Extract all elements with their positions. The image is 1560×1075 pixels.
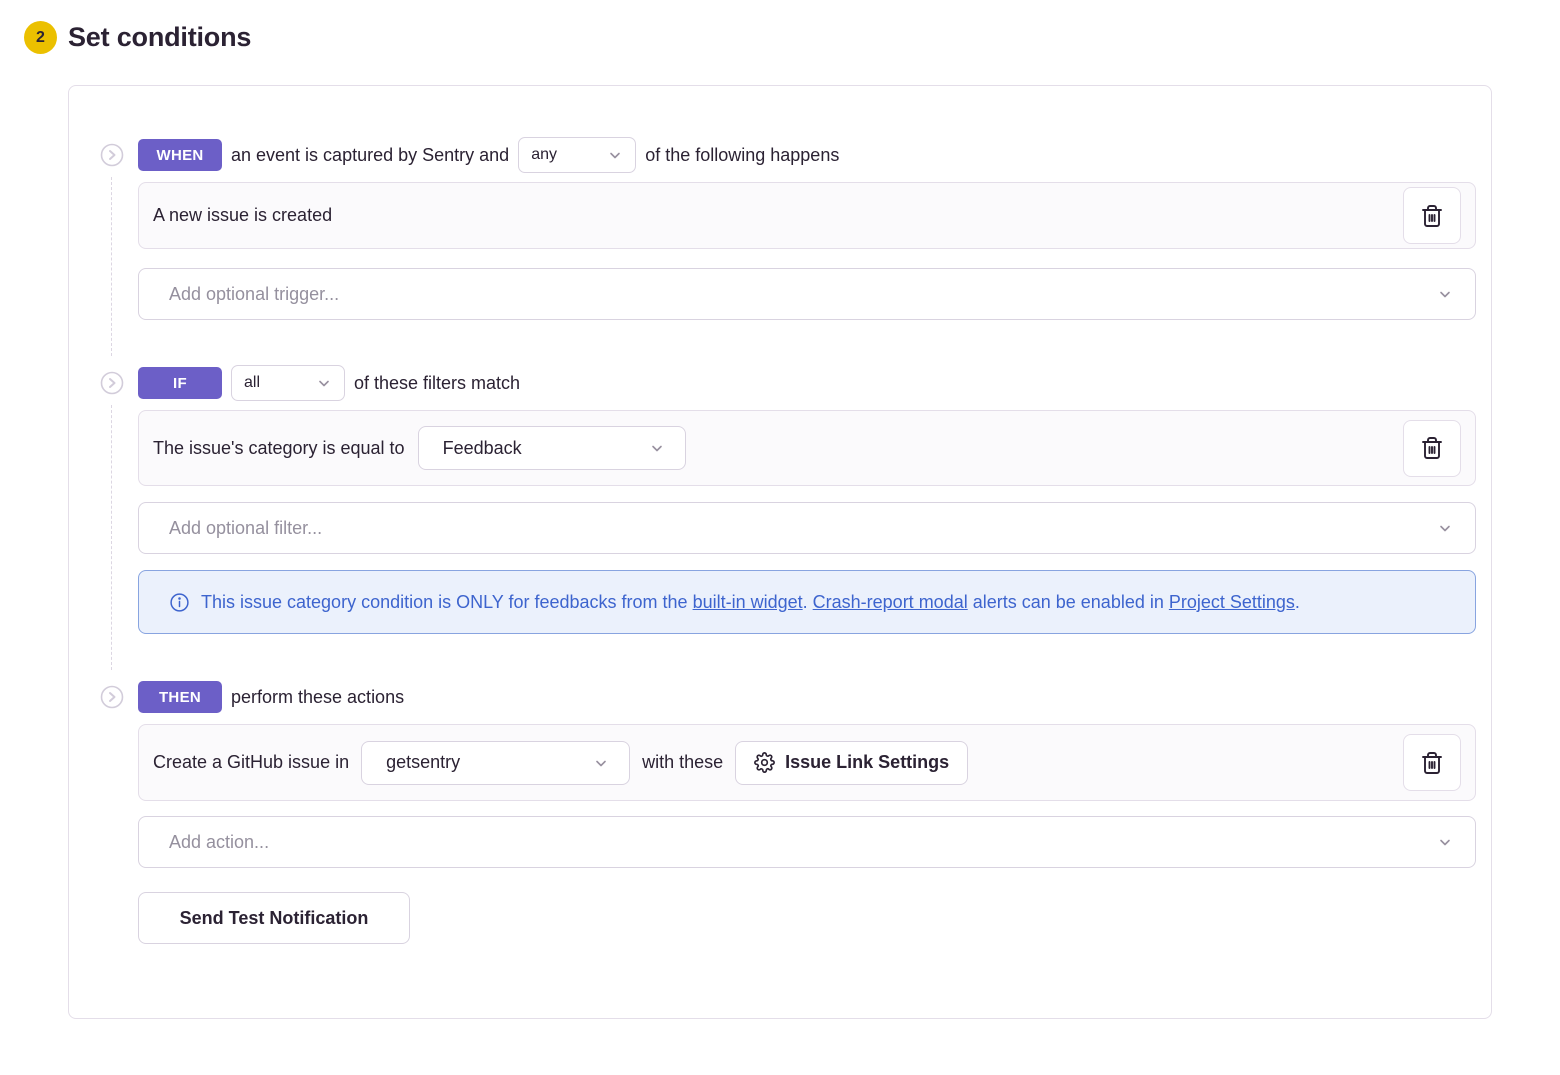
- then-step: THEN perform these actions Create a GitH…: [100, 679, 1476, 944]
- if-match-select-value: all: [244, 374, 260, 392]
- if-step-header: IF all of these filters match: [138, 365, 1476, 401]
- trash-icon: [1420, 204, 1444, 228]
- delete-trigger-button[interactable]: [1403, 187, 1461, 244]
- notice-text-segment: .: [1295, 592, 1300, 612]
- action-repo-select[interactable]: getsentry: [361, 741, 630, 785]
- when-step-header: WHEN an event is captured by Sentry and …: [138, 137, 1476, 173]
- delete-action-button[interactable]: [1403, 734, 1461, 791]
- chevron-down-icon: [1437, 286, 1453, 302]
- then-badge: THEN: [138, 681, 222, 713]
- feedback-notice: This issue category condition is ONLY fo…: [138, 570, 1476, 634]
- chevron-down-icon: [593, 755, 609, 771]
- add-action-placeholder: Add action...: [169, 832, 269, 853]
- feedback-notice-text: This issue category condition is ONLY fo…: [201, 586, 1300, 618]
- chevron-down-icon: [607, 147, 623, 163]
- filter-category-select-value: Feedback: [443, 438, 522, 459]
- add-trigger-placeholder: Add optional trigger...: [169, 284, 339, 305]
- add-trigger-select[interactable]: Add optional trigger...: [138, 268, 1476, 320]
- gear-icon: [754, 752, 775, 773]
- crash-report-modal-link[interactable]: Crash-report modal: [813, 592, 968, 612]
- step-number-badge: 2: [24, 21, 57, 54]
- chevron-down-icon: [649, 440, 665, 456]
- action-label-middle: with these: [642, 752, 723, 773]
- chevron-down-icon: [1437, 520, 1453, 536]
- filter-row: The issue's category is equal to Feedbac…: [138, 410, 1476, 486]
- when-badge: WHEN: [138, 139, 222, 171]
- then-text-after: perform these actions: [231, 687, 404, 708]
- chevron-down-icon: [1437, 834, 1453, 850]
- filter-label: The issue's category is equal to: [153, 438, 405, 459]
- delete-filter-button[interactable]: [1403, 420, 1461, 477]
- then-step-header: THEN perform these actions: [138, 679, 1476, 715]
- if-match-select[interactable]: all: [231, 365, 345, 401]
- trigger-label: A new issue is created: [153, 205, 332, 226]
- add-filter-select[interactable]: Add optional filter...: [138, 502, 1476, 554]
- built-in-widget-link[interactable]: built-in widget: [693, 592, 803, 612]
- page-header: 2 Set conditions: [24, 21, 1560, 54]
- trigger-row: A new issue is created: [138, 182, 1476, 249]
- action-row: Create a GitHub issue in getsentry with …: [138, 724, 1476, 801]
- action-repo-select-value: getsentry: [386, 752, 460, 773]
- page-title: Set conditions: [68, 22, 251, 53]
- trash-icon: [1420, 436, 1444, 460]
- step-connector-line: [111, 177, 112, 356]
- when-match-select-value: any: [531, 146, 557, 164]
- conditions-card: WHEN an event is captured by Sentry and …: [68, 85, 1492, 1019]
- when-text-before: an event is captured by Sentry and: [231, 145, 509, 166]
- issue-link-settings-label: Issue Link Settings: [785, 752, 949, 773]
- action-label: Create a GitHub issue in: [153, 752, 349, 773]
- when-text-after: of the following happens: [645, 145, 839, 166]
- when-step-rail: [100, 137, 138, 320]
- chevron-down-icon: [316, 375, 332, 391]
- add-action-select[interactable]: Add action...: [138, 816, 1476, 868]
- add-filter-placeholder: Add optional filter...: [169, 518, 322, 539]
- issue-link-settings-button[interactable]: Issue Link Settings: [735, 741, 968, 785]
- if-badge: IF: [138, 367, 222, 399]
- if-text-after: of these filters match: [354, 373, 520, 394]
- if-collapse-chevron-icon[interactable]: [100, 371, 124, 395]
- notice-text-segment: This issue category condition is ONLY fo…: [201, 592, 693, 612]
- when-match-select[interactable]: any: [518, 137, 636, 173]
- notice-text-segment: .: [803, 592, 813, 612]
- trash-icon: [1420, 751, 1444, 775]
- filter-category-select[interactable]: Feedback: [418, 426, 686, 470]
- project-settings-link[interactable]: Project Settings: [1169, 592, 1295, 612]
- when-step: WHEN an event is captured by Sentry and …: [100, 137, 1476, 320]
- step-connector-line: [111, 405, 112, 670]
- info-icon: [169, 592, 190, 618]
- if-step-rail: [100, 365, 138, 634]
- when-collapse-chevron-icon[interactable]: [100, 143, 124, 167]
- then-collapse-chevron-icon[interactable]: [100, 685, 124, 709]
- then-step-rail: [100, 679, 138, 944]
- if-step: IF all of these filters match The issue'…: [100, 365, 1476, 634]
- send-test-notification-button[interactable]: Send Test Notification: [138, 892, 410, 944]
- notice-text-segment: alerts can be enabled in: [968, 592, 1169, 612]
